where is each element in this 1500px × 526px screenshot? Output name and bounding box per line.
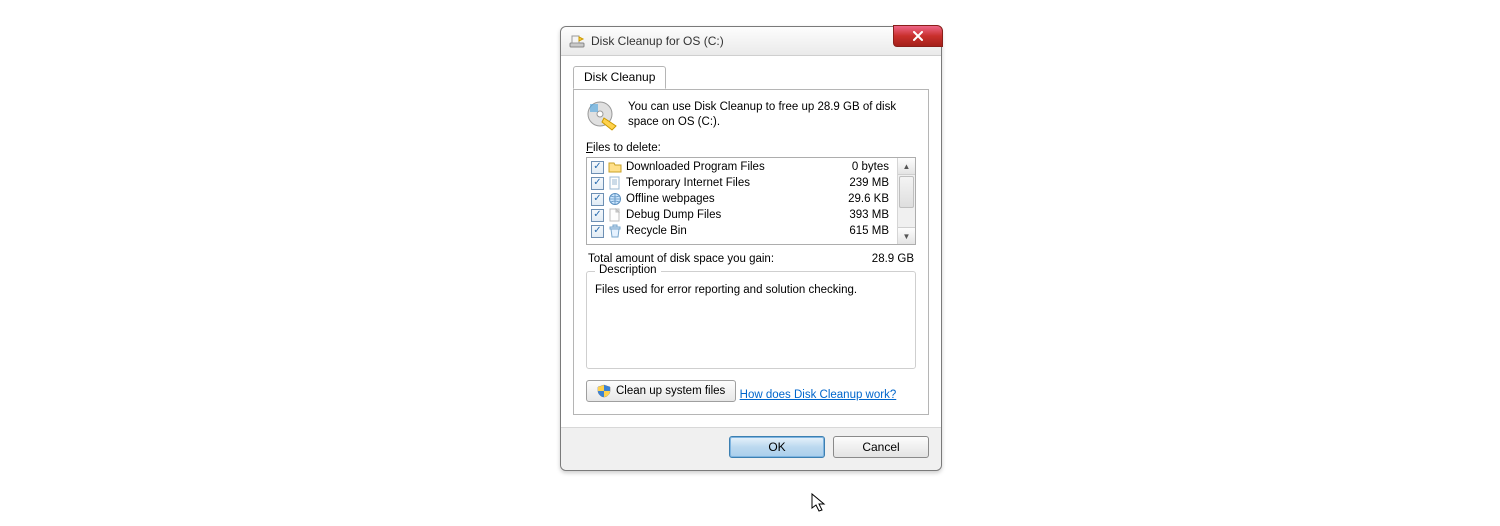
client-area: Disk Cleanup You can use Disk Cleanup to…: [561, 56, 941, 427]
file-size: 29.6 KB: [831, 193, 893, 205]
file-checkbox[interactable]: ✓: [591, 177, 604, 190]
scroll-down-button[interactable]: ▼: [898, 227, 915, 244]
globe-icon: [608, 192, 622, 206]
description-groupbox: Description Files used for error reporti…: [586, 271, 916, 369]
tabstrip: Disk Cleanup: [573, 66, 929, 90]
tab-disk-cleanup[interactable]: Disk Cleanup: [573, 66, 666, 89]
file-icon: [608, 208, 622, 222]
file-row[interactable]: ✓ Temporary Internet Files 239 MB: [587, 175, 897, 191]
scroll-thumb[interactable]: [899, 176, 914, 208]
app-icon: [569, 33, 585, 49]
file-name: Offline webpages: [626, 193, 827, 205]
file-size: 615 MB: [831, 225, 893, 237]
dialog-footer: OK Cancel: [561, 427, 941, 470]
file-name: Temporary Internet Files: [626, 177, 827, 189]
file-checkbox[interactable]: ✓: [591, 193, 604, 206]
file-row[interactable]: ✓ Recycle Bin 615 MB: [587, 223, 897, 239]
file-size: 239 MB: [831, 177, 893, 189]
file-size: 393 MB: [831, 209, 893, 221]
disk-cleanup-window: Disk Cleanup for OS (C:) Disk Cleanup: [560, 26, 942, 471]
file-checkbox[interactable]: ✓: [591, 225, 604, 238]
help-link[interactable]: How does Disk Cleanup work?: [740, 389, 897, 401]
cursor-icon: [810, 492, 830, 516]
ok-button[interactable]: OK: [729, 436, 825, 458]
file-name: Debug Dump Files: [626, 209, 827, 221]
cancel-button[interactable]: Cancel: [833, 436, 929, 458]
files-listbox[interactable]: ✓ Downloaded Program Files 0 bytes ✓ Tempora…: [586, 157, 916, 245]
scrollbar[interactable]: ▲ ▼: [897, 158, 915, 244]
titlebar[interactable]: Disk Cleanup for OS (C:): [561, 27, 941, 56]
folder-icon: [608, 160, 622, 174]
total-value: 28.9 GB: [872, 253, 914, 265]
file-checkbox[interactable]: ✓: [591, 161, 604, 174]
files-to-delete-label: Files to delete:: [586, 142, 916, 154]
scroll-up-button[interactable]: ▲: [898, 158, 915, 175]
cleanup-system-files-label: Clean up system files: [616, 385, 725, 397]
file-row[interactable]: ✓ Debug Dump Files 393 MB: [587, 207, 897, 223]
cleanup-system-files-button[interactable]: Clean up system files: [586, 380, 736, 402]
scroll-track[interactable]: [898, 175, 915, 227]
shield-icon: [597, 384, 611, 398]
intro-text: You can use Disk Cleanup to free up 28.9…: [628, 100, 916, 132]
description-legend: Description: [595, 264, 661, 276]
file-row[interactable]: ✓ Offline webpages 29.6 KB: [587, 191, 897, 207]
recycle-icon: [608, 224, 622, 238]
window-title: Disk Cleanup for OS (C:): [591, 34, 724, 48]
doc-icon: [608, 176, 622, 190]
file-checkbox[interactable]: ✓: [591, 209, 604, 222]
file-size: 0 bytes: [831, 161, 893, 173]
disk-cleanup-icon: [586, 100, 618, 132]
intro: You can use Disk Cleanup to free up 28.9…: [586, 100, 916, 132]
file-row[interactable]: ✓ Downloaded Program Files 0 bytes: [587, 159, 897, 175]
file-name: Recycle Bin: [626, 225, 827, 237]
description-text: Files used for error reporting and solut…: [595, 284, 907, 296]
tab-panel: You can use Disk Cleanup to free up 28.9…: [573, 89, 929, 415]
file-name: Downloaded Program Files: [626, 161, 827, 173]
close-button[interactable]: [893, 25, 943, 47]
